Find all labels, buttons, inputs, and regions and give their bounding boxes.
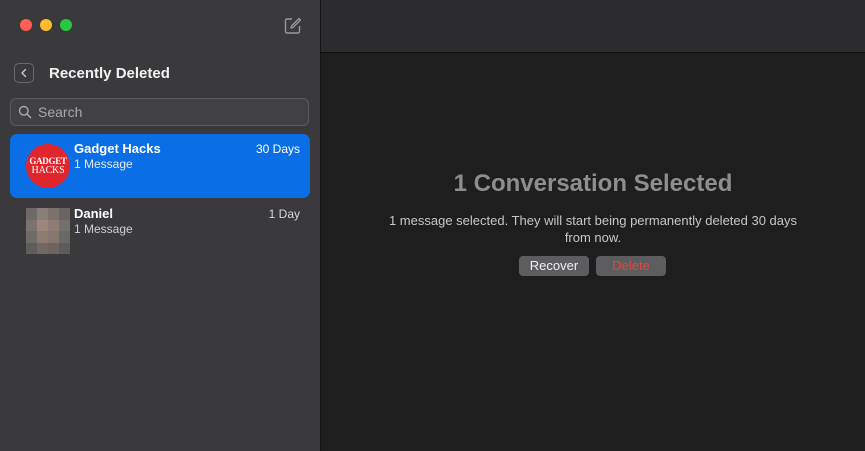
zoom-window-button[interactable]: [60, 19, 72, 31]
action-buttons: Recover Delete: [519, 256, 666, 276]
back-chevron-icon: [21, 68, 27, 78]
conversation-subtitle: 1 Message: [74, 222, 133, 236]
back-button[interactable]: [14, 63, 34, 83]
selection-description: 1 message selected. They will start bein…: [388, 213, 798, 245]
minimize-window-button[interactable]: [40, 19, 52, 31]
detail-pane: 1 Conversation Selected 1 message select…: [321, 0, 865, 451]
search-field[interactable]: Search: [10, 98, 309, 126]
sidebar-header: Recently Deleted: [14, 63, 170, 83]
delete-button[interactable]: Delete: [596, 256, 666, 276]
conversation-item-gadget-hacks[interactable]: GADGET HACKS Gadget Hacks 1 Message 30 D…: [10, 134, 310, 198]
close-window-button[interactable]: [20, 19, 32, 31]
sidebar: Recently Deleted Search GADGET HACKS Gad…: [0, 0, 321, 451]
conversation-item-daniel[interactable]: Daniel 1 Message 1 Day: [10, 199, 310, 263]
conversation-name: Gadget Hacks: [74, 141, 161, 156]
avatar-logo-text: HACKS: [31, 165, 65, 176]
search-icon: [18, 105, 32, 119]
compose-icon[interactable]: [283, 16, 303, 36]
selection-title: 1 Conversation Selected: [453, 170, 733, 197]
avatar: [26, 208, 70, 254]
avatar: GADGET HACKS: [26, 144, 70, 188]
sidebar-title: Recently Deleted: [49, 64, 170, 82]
conversation-subtitle: 1 Message: [74, 157, 133, 171]
toolbar: [321, 0, 865, 53]
window-controls: [20, 19, 72, 31]
messages-window: Recently Deleted Search GADGET HACKS Gad…: [0, 0, 865, 451]
conversation-time: 1 Day: [268, 207, 300, 221]
recover-button[interactable]: Recover: [519, 256, 589, 276]
conversation-time: 30 Days: [255, 142, 300, 156]
conversation-name: Daniel: [74, 206, 114, 221]
search-input[interactable]: Search: [38, 104, 82, 120]
